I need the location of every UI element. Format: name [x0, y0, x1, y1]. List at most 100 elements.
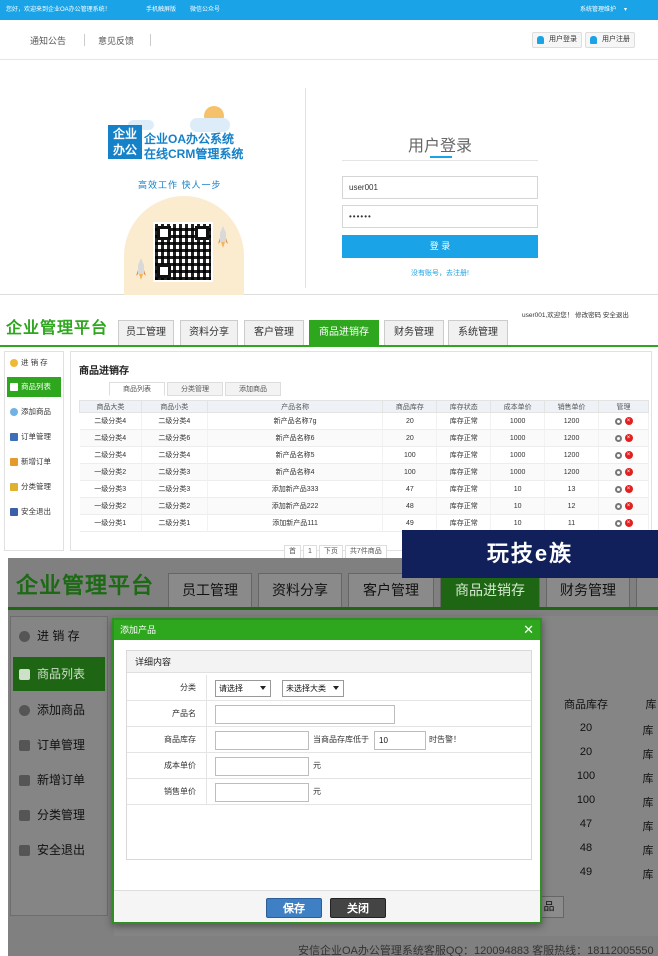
tab-share[interactable]: 资料分享 [180, 320, 238, 345]
subtab-add-product[interactable]: 添加商品 [225, 382, 281, 396]
delete-icon[interactable]: × [624, 417, 633, 425]
tab-staff[interactable]: 员工管理 [118, 320, 174, 345]
edit-gear-icon[interactable] [614, 502, 622, 510]
table-cell: 二级分类4 [79, 412, 142, 430]
sidebar-item-product-list[interactable]: 商品列表 [13, 657, 105, 691]
tab-share[interactable]: 资料分享 [258, 573, 342, 607]
subtab-product-list[interactable]: 商品列表 [109, 382, 165, 396]
sidebar-item-label: 新增订单 [37, 773, 86, 787]
sidebar-item-categories[interactable]: 分类管理 [13, 798, 105, 832]
register-link[interactable]: 没有账号，去注册! [342, 268, 538, 278]
rocket-icon [218, 226, 228, 248]
edit-gear-icon[interactable] [614, 417, 622, 425]
sidebar-item-add-product[interactable]: 添加商品 [7, 402, 61, 422]
table-row: 一级分类3 二级分类3 添加新产品333 47 库存正常 10 13 × [79, 480, 649, 498]
table-cell: 11 [544, 514, 600, 532]
tab-customer[interactable]: 客户管理 [348, 573, 434, 607]
platform-page: 企业管理平台 user001,欢迎您！ 修改密码 安全退出 员工管理 资料分享 … [0, 295, 658, 560]
delete-icon[interactable]: × [624, 468, 633, 476]
sidebar-item-categories[interactable]: 分类管理 [7, 477, 61, 497]
category-select[interactable]: 请选择 [215, 680, 271, 697]
form-row-cost: 成本单价 元 [127, 753, 531, 779]
form-label: 成本单价 [127, 753, 207, 779]
sidebar-item-add-product[interactable]: 添加商品 [13, 693, 105, 727]
qr-corner [157, 264, 171, 278]
login-button[interactable]: 登 录 [342, 235, 538, 258]
close-button[interactable]: 关闭 [330, 898, 386, 918]
table-header-row: 商品大类 商品小类 产品名称 商品库存 库存状态 成本单价 销售单价 管理 [79, 400, 649, 413]
wechat-link[interactable]: 微信公众号 [190, 0, 220, 20]
list-icon [19, 669, 30, 680]
pager-page[interactable]: 1 [303, 545, 317, 559]
tab-inventory[interactable]: 商品进销存 [309, 320, 379, 345]
sidebar-item-orders[interactable]: 订单管理 [13, 728, 105, 762]
cost-input[interactable] [215, 757, 309, 776]
alert-text: 当商品存库低于 [313, 735, 369, 744]
user-register-label: 用户注册 [602, 36, 630, 43]
save-button[interactable]: 保存 [266, 898, 322, 918]
stock-cell: 48 [579, 842, 593, 854]
table-cell: 二级分类3 [141, 463, 208, 481]
col-header: 商品库存 [564, 699, 608, 711]
user-icon [537, 36, 544, 44]
sidebar-item-new-order[interactable]: 新增订单 [7, 452, 61, 472]
edit-gear-icon[interactable] [614, 468, 622, 476]
tab-staff[interactable]: 员工管理 [168, 573, 252, 607]
delete-icon[interactable]: × [624, 519, 633, 527]
table-cell: 47 [382, 480, 438, 498]
table-cell: 二级分类2 [141, 497, 208, 515]
user-register-button[interactable]: 用户注册 [585, 32, 635, 48]
stock-cell: 47 [579, 818, 593, 830]
edit-gear-icon[interactable] [614, 519, 622, 527]
subcategory-select[interactable]: 未选择大类 [282, 680, 344, 697]
table-cell: 一级分类2 [79, 463, 142, 481]
notice-link[interactable]: 通知公告 [30, 34, 66, 47]
sidebar-item-orders[interactable]: 订单管理 [7, 427, 61, 447]
username-input[interactable]: user001 [342, 176, 538, 199]
folder-icon [19, 810, 30, 821]
cart-icon [19, 775, 30, 786]
table-cell: 12 [544, 497, 600, 515]
tab-customer[interactable]: 客户管理 [244, 320, 304, 345]
edit-gear-icon[interactable] [614, 434, 622, 442]
logo-badge-line2: 办公 [112, 143, 137, 157]
sys-maintain-link[interactable]: 系统管理维护 [580, 0, 616, 20]
modal-title: 添加产品 [120, 625, 157, 635]
subtab-categories[interactable]: 分类管理 [167, 382, 223, 396]
logout-icon [19, 845, 30, 856]
pager-next[interactable]: 下页 [318, 545, 343, 559]
order-icon [10, 433, 18, 441]
sidebar-item-logout[interactable]: 安全退出 [13, 833, 105, 867]
close-icon[interactable]: ✕ [523, 621, 534, 639]
feedback-link[interactable]: 意见反馈 [98, 34, 134, 47]
edit-gear-icon[interactable] [614, 451, 622, 459]
delete-icon[interactable]: × [624, 485, 633, 493]
edit-gear-icon[interactable] [614, 485, 622, 493]
tab-finance[interactable]: 财务管理 [546, 573, 630, 607]
price-input[interactable] [215, 783, 309, 802]
user-login-button[interactable]: 用户登录 [532, 32, 582, 48]
stock-cell: 100 [576, 770, 596, 782]
tab-finance[interactable]: 财务管理 [384, 320, 444, 345]
table-row: 一级分类2 二级分类3 新产品名称4 100 库存正常 1000 1200 × [79, 463, 649, 481]
mobile-link[interactable]: 手机触屏版 [146, 0, 176, 20]
sidebar-item-product-list[interactable]: 商品列表 [7, 377, 61, 397]
tab-inventory[interactable]: 商品进销存 [440, 573, 540, 607]
tab-system[interactable]: 系统管理 [448, 320, 508, 345]
top-info-bar: 您好，欢迎来到企业OA办公管理系统！ 手机触屏版 微信公众号 系统管理维护 ▾ [0, 0, 658, 20]
sidebar-item-logout[interactable]: 安全退出 [7, 502, 61, 522]
alert-threshold-input[interactable]: 10 [374, 731, 426, 750]
sidebar-item-new-order[interactable]: 新增订单 [13, 763, 105, 797]
pager-first[interactable]: 首 [284, 545, 301, 559]
password-input[interactable]: •••••• [342, 205, 538, 228]
stock-input[interactable] [215, 731, 309, 750]
delete-icon[interactable]: × [624, 451, 633, 459]
delete-icon[interactable]: × [624, 502, 633, 510]
product-name-input[interactable] [215, 705, 395, 724]
col-header: 商品小类 [140, 400, 208, 413]
table-cell: 一级分类1 [79, 514, 142, 532]
delete-icon[interactable]: × [624, 434, 633, 442]
stock-cell: 49 [579, 866, 593, 878]
tab-system[interactable] [636, 573, 658, 607]
sidebar-item-label: 订单管理 [21, 432, 51, 441]
